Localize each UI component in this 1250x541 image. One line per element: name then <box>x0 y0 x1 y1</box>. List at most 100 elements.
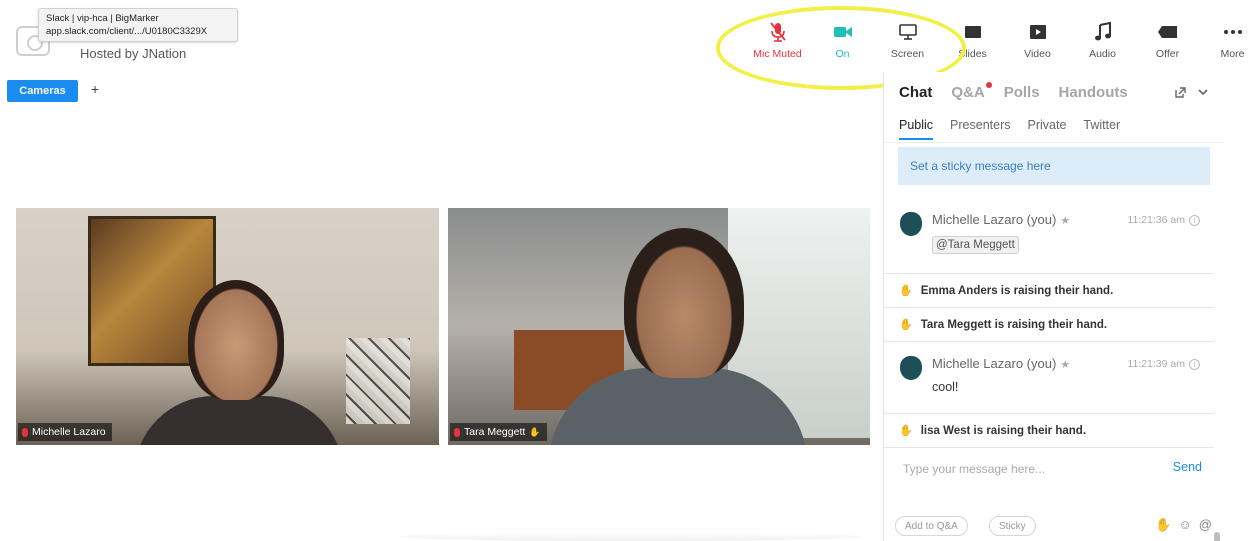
raise-hand-event: ✋ Tara Meggett is raising their hand. <box>884 308 1214 342</box>
star-icon[interactable]: ★ <box>1060 359 1070 371</box>
camera-icon <box>831 20 855 44</box>
event-text: lisa West is raising their hand. <box>920 424 1087 437</box>
event-text: Emma Anders is raising their hand. <box>920 284 1114 297</box>
message-input[interactable] <box>903 460 1153 478</box>
tab-chat[interactable]: Chat <box>899 84 932 101</box>
participant-face <box>624 228 744 378</box>
tab-presenters[interactable]: Presenters <box>950 118 1010 140</box>
slides-icon <box>961 20 985 44</box>
divider <box>884 142 1224 143</box>
message-author: Michelle Lazaro (you) ★ <box>932 212 1070 227</box>
presenter-toolbar: Mic Muted On Screen Slides Video Audio O… <box>745 14 1250 64</box>
tab-qa[interactable]: Q&A <box>951 82 992 101</box>
time-text: 11:21:39 am <box>1127 358 1185 370</box>
tab-polls[interactable]: Polls <box>1004 84 1040 101</box>
browser-tab-tooltip: Slack | vip-hca | BigMarker app.slack.co… <box>38 8 238 42</box>
raised-hand-icon: ✋ <box>529 426 541 437</box>
more-button[interactable]: More <box>1200 14 1250 64</box>
slides-button[interactable]: Slides <box>940 14 1005 64</box>
chat-feed: Michelle Lazaro (you) ★ 11:21:36 am i @Tar… <box>884 192 1220 541</box>
screen-share-button[interactable]: Screen <box>875 14 940 64</box>
slides-label: Slides <box>958 48 987 60</box>
info-icon[interactable]: i <box>1189 215 1200 226</box>
tab-handouts[interactable]: Handouts <box>1059 84 1128 101</box>
app-window: Slack | vip-hca | BigMarker app.slack.co… <box>0 0 1250 541</box>
more-label: More <box>1220 48 1245 60</box>
participant-face <box>188 280 284 400</box>
message-author: Michelle Lazaro (you) ★ <box>932 356 1070 371</box>
time-text: 11:21:36 am <box>1127 214 1185 226</box>
chat-sub-tabs: Public Presenters Private Twitter <box>899 118 1120 140</box>
hand-icon: ✋ <box>899 425 913 437</box>
sticky-message-area[interactable]: Set a sticky message here <box>898 147 1210 185</box>
top-bar: Slack | vip-hca | BigMarker app.slack.co… <box>0 0 1250 90</box>
camera-button[interactable]: On <box>810 14 875 64</box>
tooltip-url: app.slack.com/client/.../U0180C3329X <box>46 26 208 37</box>
screen-label: Screen <box>890 48 925 60</box>
notification-dot <box>985 82 992 88</box>
raise-hand-icon[interactable]: ✋ <box>1155 517 1171 533</box>
mic-muted-icon <box>766 20 790 44</box>
chevron-down-icon[interactable] <box>1197 86 1209 102</box>
event-text: Tara Meggett is raising their hand. <box>920 318 1108 331</box>
message-time: 11:21:36 am i <box>1127 214 1200 226</box>
hand-icon: ✋ <box>899 319 913 331</box>
stage-shadow <box>400 532 860 541</box>
author-name: Michelle Lazaro (you) <box>932 212 1057 227</box>
chat-panel: Chat Q&A Polls Handouts Public Presenter… <box>883 72 1224 541</box>
video-button[interactable]: Video <box>1005 14 1070 64</box>
mic-muted-icon <box>22 427 28 437</box>
music-note-icon <box>1091 20 1115 44</box>
audio-label: Audio <box>1089 48 1116 60</box>
video-tile-michelle[interactable]: Michelle Lazaro <box>16 208 439 445</box>
video-play-icon <box>1026 20 1050 44</box>
tab-public[interactable]: Public <box>899 118 934 140</box>
tooltip-title: Slack | vip-hca | BigMarker <box>46 13 159 24</box>
panel-controls <box>1174 86 1209 102</box>
sticky-button[interactable]: Sticky <box>989 516 1036 536</box>
mention-tag[interactable]: @Tara Meggett <box>932 236 1019 254</box>
send-button[interactable]: Send <box>1173 460 1202 474</box>
message-body: cool! <box>932 380 959 394</box>
hand-icon: ✋ <box>899 285 913 297</box>
raise-hand-event: ✋ lisa West is raising their hand. <box>884 414 1214 448</box>
participant-name: Tara Meggett <box>464 426 526 438</box>
mic-muted-icon <box>454 427 460 437</box>
participant-name-tag: Tara Meggett ✋ <box>450 423 547 441</box>
panel-tabs: Chat Q&A Polls Handouts <box>899 82 1128 101</box>
add-tab-button[interactable]: + <box>91 81 99 97</box>
chat-message: Michelle Lazaro (you) ★ 11:21:36 am i @Tar… <box>884 192 1214 274</box>
chat-action-icons: ✋ ☺ @ <box>1155 517 1212 533</box>
tab-twitter[interactable]: Twitter <box>1083 118 1120 140</box>
mic-label: Mic Muted <box>753 48 802 60</box>
add-to-qa-button[interactable]: Add to Q&A <box>895 516 968 536</box>
at-mention-icon[interactable]: @ <box>1199 517 1212 533</box>
star-icon[interactable]: ★ <box>1060 215 1070 227</box>
author-name: Michelle Lazaro (you) <box>932 356 1057 371</box>
camera-label: On <box>835 48 850 60</box>
wall-collage <box>346 338 410 424</box>
tag-icon <box>1156 20 1180 44</box>
info-icon[interactable]: i <box>1189 359 1200 370</box>
video-tile-tara[interactable]: Tara Meggett ✋ <box>448 208 870 445</box>
avatar <box>900 212 922 236</box>
audio-button[interactable]: Audio <box>1070 14 1135 64</box>
participant-name: Michelle Lazaro <box>32 426 106 438</box>
raise-hand-event: ✋ Emma Anders is raising their hand. <box>884 274 1214 308</box>
emoji-icon[interactable]: ☺ <box>1179 517 1192 533</box>
compose-area: Send <box>884 450 1224 505</box>
ellipsis-icon <box>1221 20 1245 44</box>
avatar <box>900 356 922 380</box>
popout-icon[interactable] <box>1174 86 1187 102</box>
tab-private[interactable]: Private <box>1028 118 1067 140</box>
participant-body <box>134 396 344 445</box>
offer-button[interactable]: Offer <box>1135 14 1200 64</box>
video-label: Video <box>1024 48 1051 60</box>
tab-cameras[interactable]: Cameras <box>7 80 78 102</box>
participant-name-tag: Michelle Lazaro <box>18 423 112 441</box>
chat-message: Michelle Lazaro (you) ★ 11:21:39 am i cool… <box>884 342 1214 414</box>
chat-actions: Add to Q&A Sticky ✋ ☺ @ <box>884 514 1224 538</box>
screen-share-icon <box>896 20 920 44</box>
offer-label: Offer <box>1155 48 1180 60</box>
mic-button[interactable]: Mic Muted <box>745 14 810 64</box>
